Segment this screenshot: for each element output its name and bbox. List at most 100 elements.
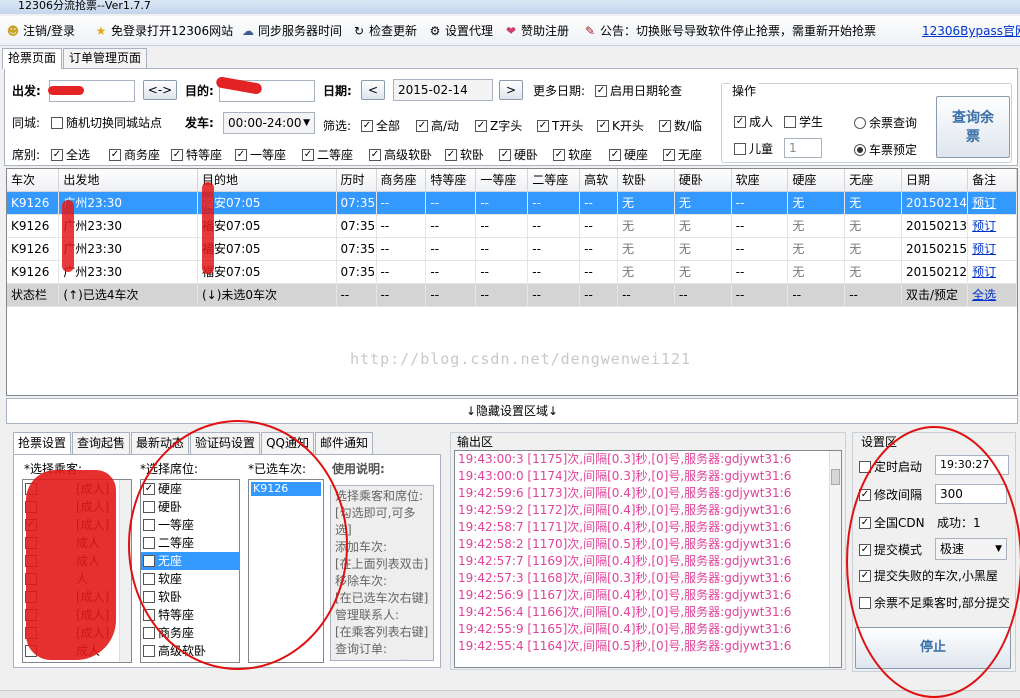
passenger-list[interactable]: [成人] [成人] ✓ [成人] 成人 成人人 [成人] [成人] [成人] 成人 <box>22 479 132 663</box>
seat-all[interactable]: ✓ 全选 <box>51 147 90 163</box>
list-item[interactable]: 高级软卧 <box>141 642 239 660</box>
filter-z[interactable]: ✓ Z字头 <box>475 118 522 134</box>
seat-business[interactable]: ✓ 商务座 <box>109 147 160 163</box>
filter-all[interactable]: ✓ 全部 <box>361 118 400 134</box>
seat-first[interactable]: ✓ 一等座 <box>235 147 286 163</box>
passenger-checkbox[interactable] <box>25 501 37 513</box>
filter-k[interactable]: ✓ K开头 <box>597 118 644 134</box>
list-item[interactable]: 一等座 <box>141 516 239 534</box>
date-input[interactable]: 2015-02-14 <box>393 79 493 101</box>
tab-grab-settings[interactable]: 抢票设置 <box>13 432 72 454</box>
table-row[interactable]: K9126 广州23:30 福安07:05 07:35 -- -- -- -- -- 无无 -- 无无… <box>7 260 1017 284</box>
passenger-checkbox[interactable] <box>25 483 37 495</box>
list-item[interactable]: ✓ 硬座 <box>141 480 239 498</box>
tab-captcha-settings[interactable]: 验证码设置 <box>190 432 261 454</box>
from-input[interactable] <box>49 80 135 102</box>
table-row[interactable]: K9126 广州23:30 福安07:05 07:35 -- -- -- -- -- 无无 -- 无无… <box>7 214 1017 238</box>
list-item[interactable]: 商务座 <box>141 624 239 642</box>
list-item[interactable]: 软座 <box>141 570 239 588</box>
query-tickets-button[interactable]: 查询余票 <box>936 96 1010 158</box>
book-link[interactable]: 预订 <box>972 196 996 210</box>
list-item[interactable]: [成人] <box>23 624 131 642</box>
tab-sale-query[interactable]: 查询起售 <box>72 432 131 454</box>
select-all-link[interactable]: 全选 <box>972 288 996 302</box>
column-header[interactable]: 无座 <box>844 169 902 192</box>
output-scrollbar[interactable] <box>829 451 841 667</box>
tab-qq-notify[interactable]: QQ通知 <box>261 432 314 454</box>
sponsor-button[interactable]: ❤ 赞助注册 <box>504 22 569 40</box>
table-row[interactable]: K9126 广州23:30 福安07:05 07:35 -- -- -- -- -- 无无 -- 无无… <box>7 191 1017 215</box>
list-item[interactable]: 成人 <box>23 642 131 660</box>
interval-input[interactable]: 300 <box>935 484 1007 504</box>
seat-checkbox[interactable] <box>143 519 155 531</box>
column-header[interactable]: 高软 <box>579 169 619 192</box>
selected-train-item[interactable]: K9126 <box>251 482 321 496</box>
seat-checkbox[interactable] <box>143 609 155 621</box>
tab-order-management[interactable]: 订单管理页面 <box>63 48 148 68</box>
list-item[interactable]: 特等座 <box>141 606 239 624</box>
rotate-dates-checkbox[interactable]: ✓ 启用日期轮查 <box>595 83 682 99</box>
seat-hard-sleeper[interactable]: ✓ 硬卧 <box>499 147 538 163</box>
tab-latest-news[interactable]: 最新动态 <box>131 432 190 454</box>
swap-button[interactable]: <-> <box>143 80 177 100</box>
column-header[interactable]: 二等座 <box>527 169 581 192</box>
next-date-button[interactable]: > <box>499 80 523 100</box>
list-item[interactable]: 硬卧 <box>141 498 239 516</box>
modify-interval-checkbox[interactable]: ✓ 修改间隔 <box>859 487 922 503</box>
table-row[interactable]: K9126 广州23:30 福安07:05 07:35 -- -- -- -- -- 无无 -- 无无… <box>7 237 1017 261</box>
column-header[interactable]: 历时 <box>336 169 377 192</box>
book-link[interactable]: 预订 <box>972 265 996 279</box>
seat-select-list[interactable]: ✓ 硬座 硬卧 一等座 二等座 ✓ 无座 软座 软卧 特等座 商务座 高级软卧 <box>140 479 240 663</box>
tab-grab-tickets[interactable]: 抢票页面 <box>2 48 63 69</box>
remain-query-radio[interactable]: 余票查询 <box>854 115 917 131</box>
column-header[interactable]: 硬卧 <box>674 169 732 192</box>
student-checkbox[interactable]: 学生 <box>784 114 823 130</box>
stop-button[interactable]: 停止 <box>855 627 1011 669</box>
list-item[interactable]: 成人 <box>23 534 131 552</box>
open-website-button[interactable]: ★ 免登录打开12306网站 <box>94 22 234 40</box>
depart-time-select[interactable]: 00:00-24:00 ▼ <box>223 112 315 134</box>
filter-numeric[interactable]: ✓ 数/临 <box>659 118 702 134</box>
login-button[interactable]: ☻ 注销/登录 <box>6 22 75 40</box>
list-item[interactable]: [成人] <box>23 498 131 516</box>
toggle-settings-button[interactable]: ↓隐藏设置区域↓ <box>6 398 1018 424</box>
passenger-checkbox[interactable] <box>25 645 37 657</box>
check-update-button[interactable]: ↻ 检查更新 <box>352 22 417 40</box>
column-header[interactable]: 一等座 <box>475 169 529 192</box>
column-header[interactable]: 软卧 <box>617 169 675 192</box>
seat-checkbox[interactable] <box>143 645 155 657</box>
global-cdn-checkbox[interactable]: ✓ 全国CDN <box>859 515 925 531</box>
submit-mode-select[interactable]: 极速 ▼ <box>935 538 1007 560</box>
blacklist-checkbox[interactable]: ✓ 提交失败的车次,小黑屋 <box>859 568 998 584</box>
list-item[interactable]: 人 <box>23 570 131 588</box>
passenger-checkbox[interactable] <box>25 537 37 549</box>
seat-standing[interactable]: ✓ 无座 <box>663 147 702 163</box>
column-header[interactable]: 日期 <box>901 169 969 192</box>
seat-checkbox[interactable] <box>143 627 155 639</box>
random-city-checkbox[interactable]: 随机切换同城站点 <box>51 115 162 131</box>
passenger-scrollbar[interactable] <box>119 480 131 662</box>
passenger-checkbox[interactable] <box>25 555 37 567</box>
column-header[interactable]: 特等座 <box>425 169 477 192</box>
seat-checkbox[interactable]: ✓ <box>143 483 155 495</box>
column-header[interactable]: 出发地 <box>58 169 198 192</box>
sync-time-button[interactable]: ☁ 同步服务器时间 <box>241 22 342 40</box>
column-header[interactable]: 软座 <box>731 169 789 192</box>
seat-soft-seat[interactable]: ✓ 软座 <box>553 147 592 163</box>
official-site-link[interactable]: 12306Bypass官网 <box>922 22 1020 40</box>
list-item[interactable]: [成人] <box>23 480 131 498</box>
adult-checkbox[interactable]: ✓ 成人 <box>734 114 773 130</box>
proxy-settings-button[interactable]: ⚙ 设置代理 <box>428 22 493 40</box>
timed-start-checkbox[interactable]: 定时启动 <box>859 459 922 475</box>
passenger-checkbox[interactable] <box>25 627 37 639</box>
partial-submit-checkbox[interactable]: 余票不足乘客时,部分提交 <box>859 595 1010 611</box>
to-input[interactable] <box>219 80 315 102</box>
filter-high-speed[interactable]: ✓ 高/动 <box>416 118 459 134</box>
list-item[interactable]: 二等座 <box>141 534 239 552</box>
timed-start-input[interactable]: 19:30:27 <box>935 455 1009 475</box>
prev-date-button[interactable]: < <box>361 80 385 100</box>
submit-mode-checkbox[interactable]: ✓ 提交模式 <box>859 542 922 558</box>
list-item[interactable]: 成人 <box>23 552 131 570</box>
column-header[interactable]: 硬座 <box>787 169 846 192</box>
column-header[interactable]: 备注 <box>967 169 1017 192</box>
